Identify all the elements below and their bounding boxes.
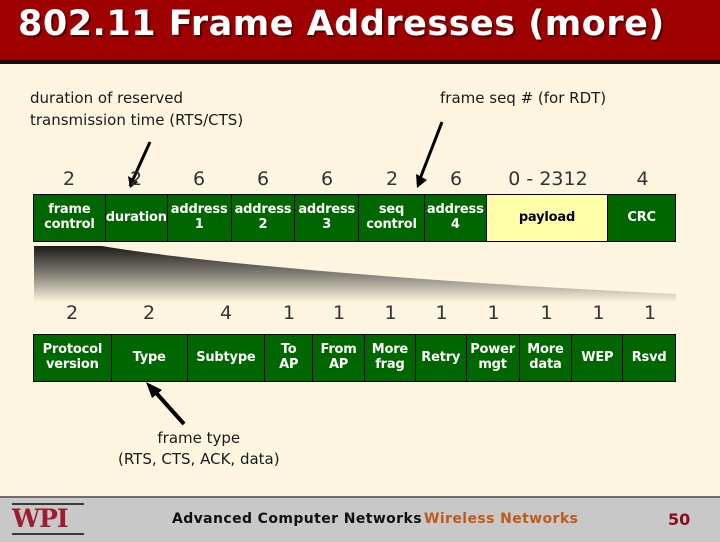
size-label: 1 — [332, 302, 346, 324]
bitfield-from-ap[interactable]: From AP — [313, 335, 365, 381]
field-duration[interactable]: duration — [105, 195, 168, 241]
size-label: 2 — [142, 302, 156, 324]
annotation-seq: frame seq # (for RDT) — [440, 89, 607, 107]
field-seq-control[interactable]: seq control — [359, 195, 425, 241]
slide-canvas: 802.11 Frame Addresses (more) duration o… — [0, 0, 720, 542]
footer-bar: WPI Advanced Computer Networks Wireless … — [0, 496, 720, 542]
bitfield-protocol-version[interactable]: Protocol version — [34, 335, 112, 381]
size-label: 1 — [282, 302, 296, 324]
footer-topic-title: Wireless Networks — [424, 511, 579, 527]
size-label: 2 — [62, 168, 76, 190]
size-label: 6 — [256, 168, 270, 190]
bitfield-type[interactable]: Type — [111, 335, 188, 381]
logo-rule-bottom — [12, 533, 84, 535]
wpi-logo: WPI — [12, 503, 84, 537]
size-label: 2 — [385, 168, 399, 190]
frame-control-detail-row: Protocol version Type Subtype To AP From… — [33, 334, 676, 382]
field-address-1[interactable]: address 1 — [167, 195, 232, 241]
size-label: 1 — [540, 302, 553, 324]
size-label: 6 — [449, 168, 463, 190]
field-crc[interactable]: CRC — [608, 195, 675, 241]
field-frame-control[interactable]: frame control — [34, 195, 106, 241]
annotation-duration: duration of reserved transmission time (… — [30, 89, 244, 129]
size-label: 1 — [643, 302, 657, 324]
title-bar: 802.11 Frame Addresses (more) — [0, 0, 720, 64]
frame-control-size-label-row: 2 2 4 1 1 1 1 1 1 1 1 — [33, 300, 676, 326]
size-label: 4 — [219, 302, 233, 324]
bitfield-retry[interactable]: Retry — [415, 335, 467, 381]
bitfield-to-ap[interactable]: To AP — [265, 335, 314, 381]
footer-page-number: 50 — [668, 510, 691, 529]
size-label: 1 — [487, 302, 500, 324]
bitfield-more-data[interactable]: More data — [519, 335, 573, 381]
expansion-fan-icon — [34, 246, 676, 302]
field-address-3[interactable]: address 3 — [295, 195, 360, 241]
frame-structure-row: frame control duration address 1 address… — [33, 194, 676, 242]
size-label: 1 — [592, 302, 605, 324]
bitfield-wep[interactable]: WEP — [572, 335, 624, 381]
bitfield-power-mgt[interactable]: Power mgt — [466, 335, 520, 381]
expansion-fan — [24, 246, 684, 302]
field-address-4[interactable]: address 4 — [424, 195, 487, 241]
size-label: 6 — [320, 168, 334, 190]
annotation-frame-type: frame type (RTS, CTS, ACK, data) — [118, 429, 280, 468]
field-payload[interactable]: payload — [486, 195, 609, 241]
bitfield-more-frag[interactable]: More frag — [364, 335, 416, 381]
size-label: 1 — [435, 302, 448, 324]
size-label: 4 — [636, 168, 649, 190]
size-label: 2 — [65, 302, 79, 324]
size-label: 0 - 2312 — [508, 168, 588, 190]
bitfield-rsvd[interactable]: Rsvd — [623, 335, 676, 381]
wpi-logo-text: WPI — [12, 504, 69, 533]
size-label: 1 — [384, 302, 397, 324]
size-label: 2 — [129, 168, 143, 190]
footer-course-title: Advanced Computer Networks — [172, 511, 422, 527]
size-label: 6 — [192, 168, 206, 190]
leader-line-type-icon — [146, 382, 186, 426]
page-title: 802.11 Frame Addresses (more) — [18, 4, 665, 44]
field-address-2[interactable]: address 2 — [231, 195, 296, 241]
bitfield-subtype[interactable]: Subtype — [187, 335, 266, 381]
frame-size-label-row: 2 2 6 6 6 2 6 0 - 2312 4 — [33, 166, 676, 192]
